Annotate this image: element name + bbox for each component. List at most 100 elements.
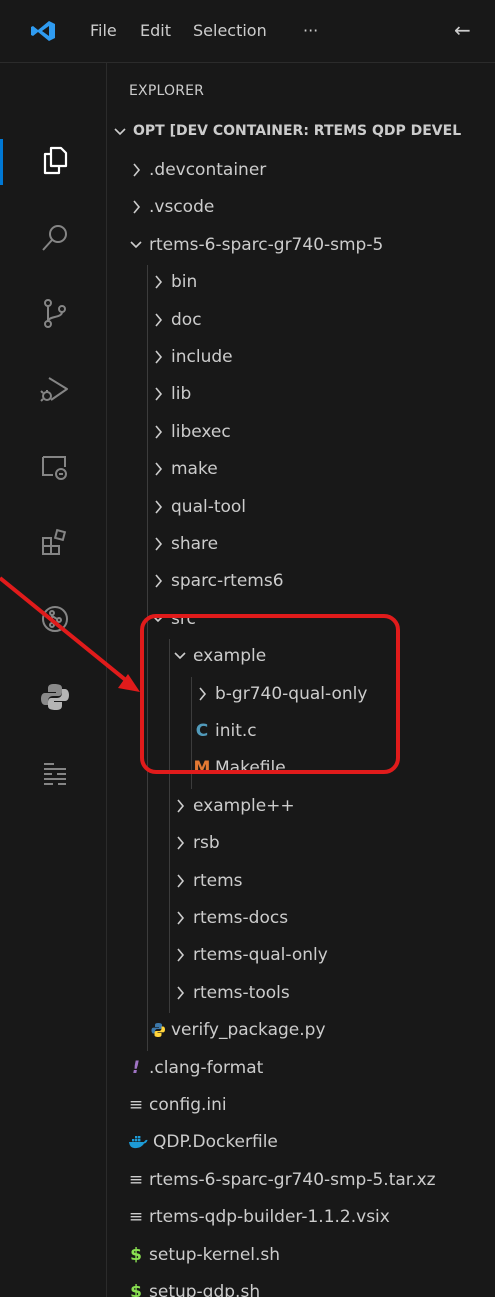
workspace-section-title: OPT [DEV CONTAINER: RTEMS QDP DEVEL bbox=[133, 123, 462, 139]
sidebar-scrollbar[interactable] bbox=[487, 63, 495, 1297]
menu-edit[interactable]: Edit bbox=[140, 20, 171, 42]
chevron-right-icon bbox=[171, 938, 189, 972]
chevron-right-icon bbox=[149, 564, 167, 598]
chevron-right-icon bbox=[171, 976, 189, 1010]
tree-item-label: include bbox=[171, 347, 233, 367]
remote-explorer-icon[interactable] bbox=[39, 451, 71, 483]
tree-file-row[interactable]: $ setup-qdp.sh bbox=[107, 1275, 495, 1297]
tree-folder-row[interactable]: rtems bbox=[107, 864, 495, 898]
tree-file-row[interactable]: ! .clang-format bbox=[107, 1051, 495, 1085]
chevron-right-icon bbox=[171, 789, 189, 823]
tree-folder-row[interactable]: rtems-qual-only bbox=[107, 938, 495, 972]
tree-item-label: src bbox=[171, 608, 196, 629]
tree-folder-row[interactable]: rtems-6-sparc-gr740-smp-5 bbox=[107, 228, 495, 262]
chevron-down-icon bbox=[113, 122, 127, 146]
tree-folder-row[interactable]: rtems-docs bbox=[107, 901, 495, 935]
chevron-right-icon bbox=[149, 527, 167, 561]
tree-item-label: rtems-6-sparc-gr740-smp-5 bbox=[149, 234, 384, 255]
tree-item-label: Makefile bbox=[215, 758, 286, 779]
tree-folder-row[interactable]: b-gr740-qual-only bbox=[107, 677, 495, 711]
chevron-right-icon bbox=[149, 415, 167, 449]
run-debug-icon[interactable] bbox=[39, 373, 71, 405]
tree-item-label: setup-qdp.sh bbox=[149, 1282, 261, 1297]
tree-file-row[interactable]: ≡ rtems-6-sparc-gr740-smp-5.tar.xz bbox=[107, 1163, 495, 1197]
clang-format-icon: ! bbox=[132, 1057, 140, 1078]
tree-item-label: bin bbox=[171, 272, 198, 293]
tree-item-label: QDP.Dockerfile bbox=[153, 1132, 278, 1153]
tree-item-label: rtems-qdp-builder-1.1.2.vsix bbox=[149, 1207, 390, 1228]
tree-file-row[interactable]: $ setup-kernel.sh bbox=[107, 1238, 495, 1272]
shell-script-icon: $ bbox=[130, 1244, 142, 1265]
chevron-right-icon bbox=[171, 826, 189, 860]
tree-item-label: rtems bbox=[193, 870, 243, 891]
text-file-icon: ≡ bbox=[128, 1095, 144, 1115]
shell-script-icon: $ bbox=[130, 1282, 142, 1297]
explorer-title: EXPLORER bbox=[129, 83, 205, 99]
chevron-right-icon bbox=[171, 901, 189, 935]
menu-file[interactable]: File bbox=[90, 20, 117, 42]
tree-item-label: lib bbox=[171, 384, 192, 405]
chevron-right-icon bbox=[149, 452, 167, 486]
tree-folder-row[interactable]: bin bbox=[107, 265, 495, 299]
tree-folder-row[interactable]: doc bbox=[107, 303, 495, 337]
back-arrow-icon[interactable]: ← bbox=[454, 18, 471, 42]
chevron-right-icon bbox=[149, 303, 167, 337]
vscode-window: File Edit Selection ··· ← EXPLORER OPT [… bbox=[0, 0, 495, 1297]
tree-folder-row[interactable]: src bbox=[107, 602, 495, 636]
text-file-icon: ≡ bbox=[128, 1207, 144, 1228]
python-icon[interactable] bbox=[39, 681, 71, 713]
tree-item-label: example bbox=[193, 646, 267, 667]
chevron-right-icon bbox=[127, 190, 145, 224]
docker-file-icon bbox=[127, 1125, 149, 1159]
workspace-section-header[interactable]: OPT [DEV CONTAINER: RTEMS QDP DEVEL bbox=[107, 121, 495, 147]
github-actions-icon[interactable] bbox=[39, 603, 71, 635]
tree-item-label: init.c bbox=[215, 721, 257, 741]
tree-item-label: rtems-tools bbox=[193, 982, 290, 1003]
title-bar: File Edit Selection ··· ← bbox=[0, 0, 495, 63]
tree-folder-row[interactable]: rsb bbox=[107, 826, 495, 860]
tree-file-row[interactable]: ≡ rtems-qdp-builder-1.1.2.vsix bbox=[107, 1200, 495, 1234]
tree-folder-row[interactable]: sparc-rtems6 bbox=[107, 564, 495, 598]
python-file-icon bbox=[149, 1013, 167, 1047]
tree-item-label: libexec bbox=[171, 421, 231, 442]
tree-item-label: doc bbox=[171, 309, 202, 330]
chevron-right-icon bbox=[149, 340, 167, 374]
tree-item-label: verify_package.py bbox=[171, 1020, 326, 1041]
tree-item-label: rtems-qual-only bbox=[193, 945, 328, 966]
menu-selection[interactable]: Selection bbox=[193, 20, 267, 42]
tree-folder-row[interactable]: libexec bbox=[107, 415, 495, 449]
tree-folder-row[interactable]: share bbox=[107, 527, 495, 561]
tree-file-row[interactable]: QDP.Dockerfile bbox=[107, 1125, 495, 1159]
explorer-icon[interactable] bbox=[39, 144, 71, 176]
chevron-right-icon bbox=[127, 153, 145, 187]
tree-file-row[interactable]: Cinit.c bbox=[107, 714, 495, 748]
tree-folder-row[interactable]: lib bbox=[107, 377, 495, 411]
tree-file-row[interactable]: M Makefile bbox=[107, 751, 495, 785]
tree-folder-row[interactable]: include bbox=[107, 340, 495, 374]
chevron-right-icon bbox=[149, 377, 167, 411]
tree-folder-row[interactable]: .vscode bbox=[107, 190, 495, 224]
chevron-right-icon bbox=[171, 864, 189, 898]
tree-folder-row[interactable]: example bbox=[107, 639, 495, 673]
tree-item-label: qual-tool bbox=[171, 496, 247, 517]
tree-folder-row[interactable]: example++ bbox=[107, 789, 495, 823]
tree-item-label: make bbox=[171, 459, 218, 480]
tree-file-row[interactable]: ≡ config.ini bbox=[107, 1088, 495, 1122]
tree-folder-row[interactable]: make bbox=[107, 452, 495, 486]
source-control-icon[interactable] bbox=[39, 297, 71, 329]
menu-more[interactable]: ··· bbox=[303, 20, 318, 42]
tree-folder-row[interactable]: .devcontainer bbox=[107, 153, 495, 187]
search-icon[interactable] bbox=[39, 222, 71, 254]
active-view-marker bbox=[0, 139, 3, 185]
tree-folder-row[interactable]: qual-tool bbox=[107, 490, 495, 524]
tree-file-row[interactable]: verify_package.py bbox=[107, 1013, 495, 1047]
chevron-down-icon bbox=[171, 639, 189, 673]
tree-item-label: rtems-docs bbox=[193, 908, 289, 928]
tree-item-label: example++ bbox=[193, 795, 295, 816]
output-icon[interactable] bbox=[39, 757, 71, 789]
tree-item-label: config.ini bbox=[149, 1095, 227, 1115]
tree-folder-row[interactable]: rtems-tools bbox=[107, 976, 495, 1010]
chevron-right-icon bbox=[149, 265, 167, 299]
tree-item-label: b-gr740-qual-only bbox=[215, 683, 368, 704]
extensions-icon[interactable] bbox=[39, 527, 71, 559]
